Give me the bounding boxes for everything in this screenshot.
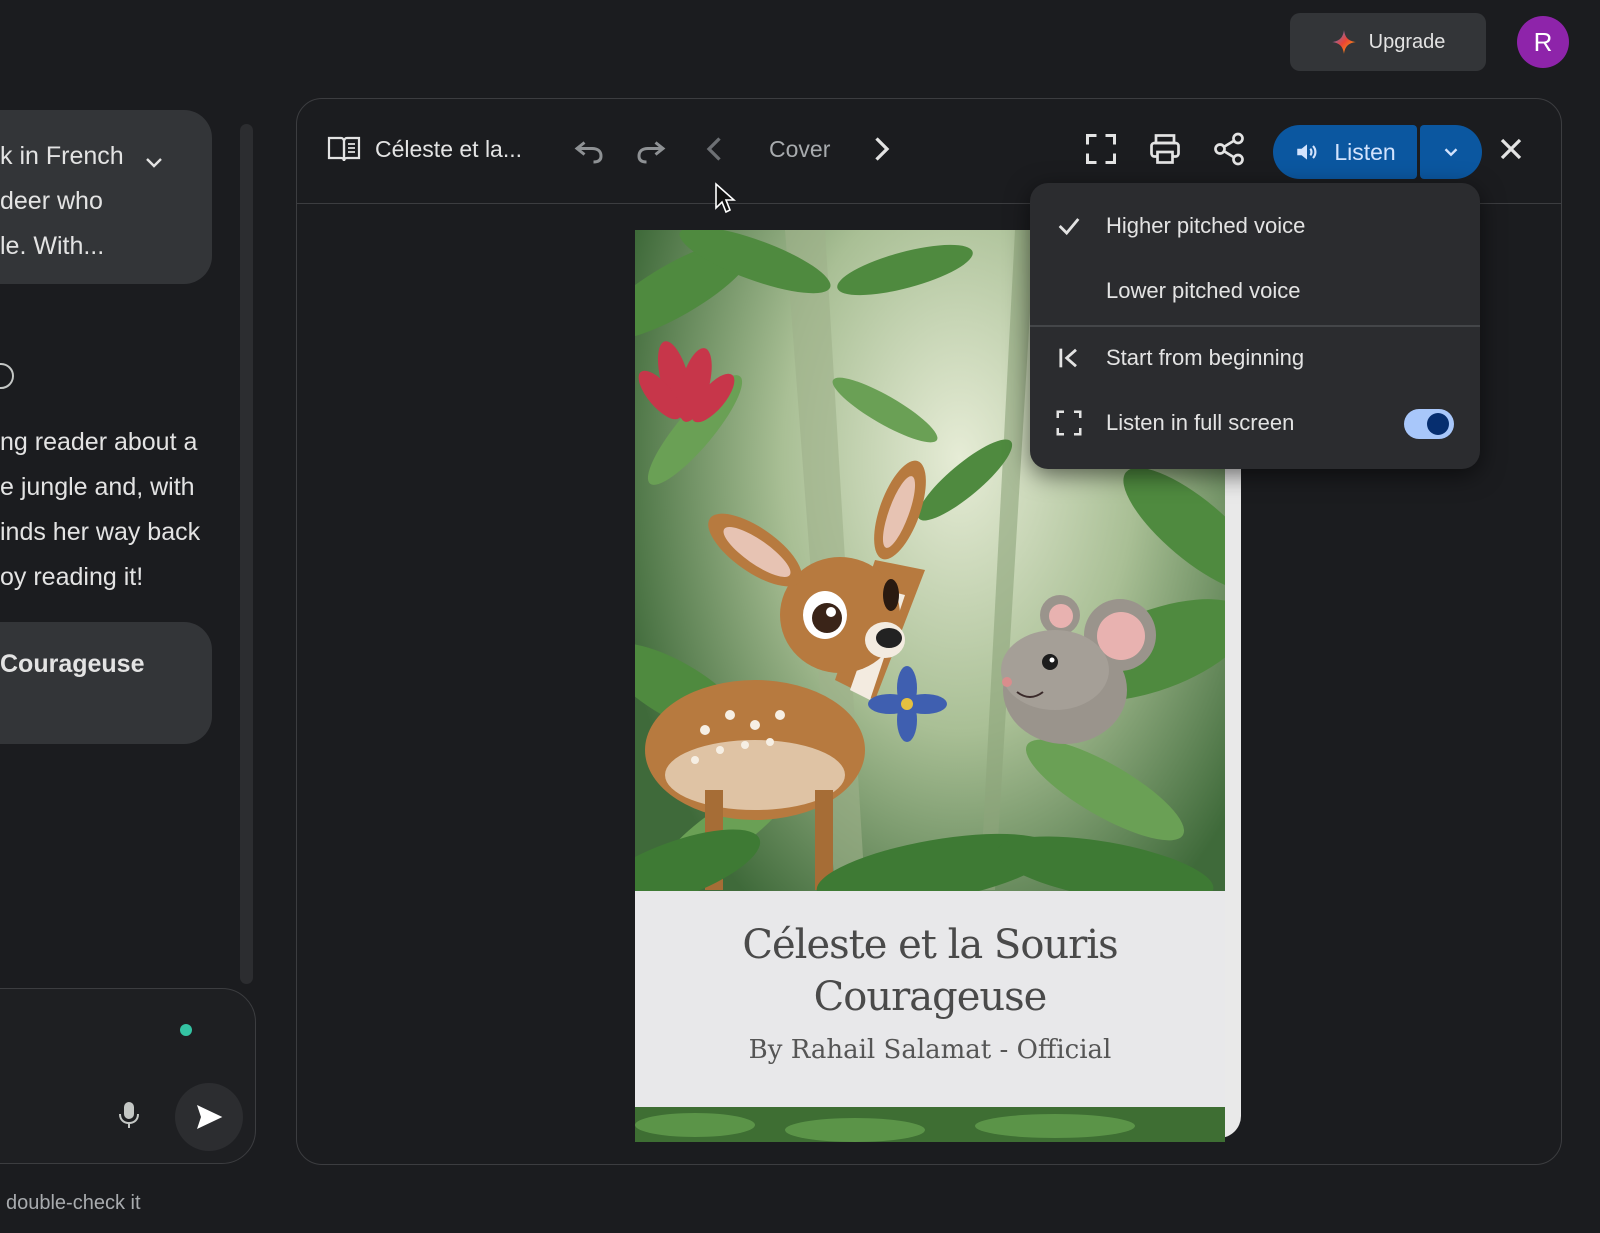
listen-button[interactable]: Listen	[1273, 125, 1417, 179]
document-chip[interactable]: Courageuse	[0, 622, 212, 744]
next-page-icon[interactable]	[863, 131, 899, 167]
user-prompt-text: k in French deer who le. With...	[0, 134, 124, 269]
redo-icon[interactable]	[633, 132, 669, 168]
listen-options-button[interactable]	[1420, 125, 1482, 179]
check-icon	[1052, 209, 1086, 243]
menu-item-higher-pitched-voice[interactable]: Higher pitched voice	[1030, 196, 1480, 256]
book-title-line: Céleste et la Souris	[742, 922, 1118, 968]
prompt-line: k in French	[0, 142, 124, 170]
menu-item-listen-in-full-screen[interactable]: Listen in full screen	[1030, 393, 1480, 453]
full-screen-toggle[interactable]	[1404, 409, 1454, 439]
document-title: Céleste et la...	[375, 135, 523, 162]
chevron-down-icon[interactable]	[142, 150, 166, 174]
microphone-icon[interactable]	[116, 1100, 142, 1130]
document-chip-label: Courageuse	[0, 650, 145, 678]
disclaimer-text: double-check it	[6, 1192, 141, 1214]
menu-divider	[1030, 325, 1480, 327]
book-author: By Rahail Salamat - Official	[748, 1035, 1112, 1065]
close-icon[interactable]	[1493, 131, 1529, 167]
upgrade-button[interactable]: Upgrade	[1290, 13, 1486, 71]
listen-split-button: Listen	[1273, 125, 1482, 179]
fullscreen-icon	[1052, 406, 1086, 440]
response-line: e jungle and, with	[0, 473, 195, 501]
speaker-icon	[1297, 144, 1317, 160]
listen-label: Listen	[1334, 138, 1396, 165]
send-button[interactable]	[175, 1083, 243, 1151]
menu-item-label: Listen in full screen	[1106, 410, 1295, 435]
previous-page-icon[interactable]	[697, 131, 733, 167]
mouse-cursor-icon	[715, 182, 736, 214]
menu-item-label: Lower pitched voice	[1106, 278, 1301, 303]
share-icon[interactable]	[1211, 131, 1247, 167]
chat-scrollbar[interactable]	[240, 124, 253, 984]
book-icon	[327, 136, 361, 162]
status-dot-icon	[180, 1024, 192, 1036]
prompt-line: deer who	[0, 187, 103, 215]
upgrade-label: Upgrade	[1368, 30, 1446, 53]
response-line: ng reader about a	[0, 428, 198, 456]
book-title: Céleste et la Souris Courageuse	[635, 919, 1225, 1023]
cover-title-band: Céleste et la Souris Courageuse By Rahai…	[635, 891, 1225, 1107]
book-title-line: Courageuse	[813, 974, 1048, 1020]
user-prompt-bubble: k in French deer who le. With...	[0, 110, 212, 284]
listen-options-menu: Higher pitched voice Lower pitched voice…	[1030, 183, 1480, 469]
response-line: inds her way back	[0, 518, 201, 546]
print-icon[interactable]	[1147, 131, 1183, 167]
send-icon	[197, 1105, 223, 1129]
menu-item-label: Start from beginning	[1106, 345, 1305, 370]
response-status-icon	[0, 363, 14, 389]
avatar[interactable]: R	[1517, 16, 1569, 68]
response-line: oy reading it!	[0, 563, 144, 591]
prompt-line: le. With...	[0, 232, 105, 260]
skip-to-start-icon	[1052, 341, 1086, 375]
response-text: ng reader about a e jungle and, with ind…	[0, 420, 200, 600]
toggle-knob	[1427, 413, 1449, 435]
undo-icon[interactable]	[571, 132, 607, 168]
menu-item-start-from-beginning[interactable]: Start from beginning	[1030, 328, 1480, 388]
page-indicator: Cover	[769, 135, 831, 162]
menu-item-lower-pitched-voice[interactable]: Lower pitched voice	[1030, 261, 1480, 321]
chevron-down-icon	[1444, 148, 1458, 157]
sparkle-icon	[1331, 30, 1356, 54]
fullscreen-icon[interactable]	[1083, 131, 1119, 167]
menu-item-label: Higher pitched voice	[1106, 213, 1306, 238]
